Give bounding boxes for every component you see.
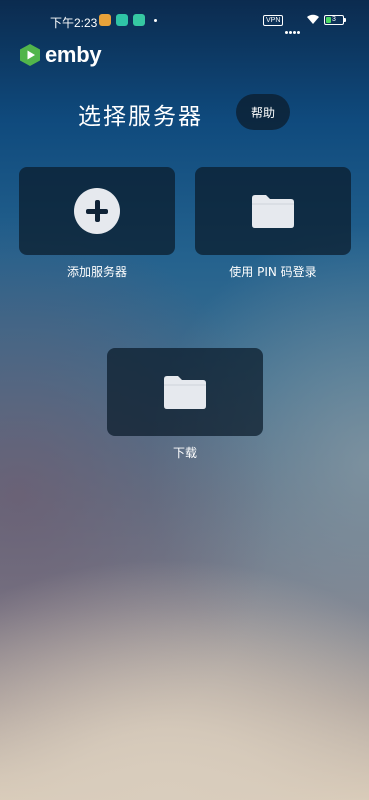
emby-logo-icon [20,44,40,66]
add-server-tile[interactable]: 添加服务器 [19,167,175,280]
status-time: 下午2:23 [50,16,98,30]
add-server-button[interactable] [19,167,175,255]
wifi-icon [307,14,319,24]
notification-app-icon [133,14,145,26]
downloads-label: 下载 [172,446,197,460]
notification-app-icon [99,14,111,26]
status-bar: 下午2:23 VPN 3 [0,0,369,40]
page-title: 选择服务器 [78,104,203,130]
notification-app-icon [116,14,128,26]
pin-login-tile[interactable]: 使用 PIN 码登录 [195,167,351,280]
help-button[interactable]: 帮助 [236,94,290,130]
downloads-button[interactable] [107,348,263,436]
pin-login-button[interactable] [195,167,351,255]
emby-logo-text: emby [45,42,102,67]
folder-icon [252,195,294,228]
folder-icon [164,376,206,409]
pin-login-label: 使用 PIN 码登录 [229,265,317,279]
emby-logo: emby [18,42,102,68]
signal-icon [285,19,301,38]
downloads-tile[interactable]: 下载 [107,348,263,461]
vpn-badge: VPN [263,15,284,26]
battery-icon: 3 [324,15,346,25]
battery-level: 3 [332,16,336,23]
plus-circle-icon [74,188,120,234]
add-server-label: 添加服务器 [66,265,127,279]
more-notifications-icon [154,19,157,22]
